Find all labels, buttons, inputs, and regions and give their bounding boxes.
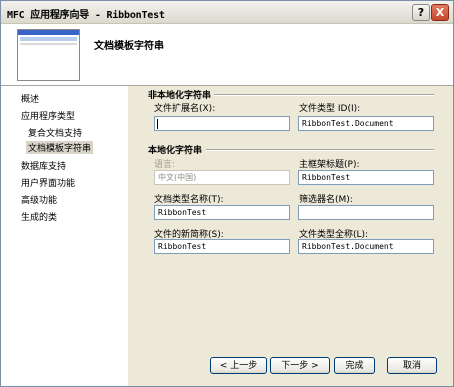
title-bar[interactable]: MFC 应用程序向导 - RibbonTest ? X xyxy=(1,1,453,24)
doc-type-name-label: 文档类型名称(T): xyxy=(154,195,224,205)
help-icon: ? xyxy=(417,6,425,19)
nav-item-ui-features[interactable]: 用户界面功能 xyxy=(21,176,75,189)
nav-item-database[interactable]: 数据库支持 xyxy=(21,159,66,172)
file-ext-input[interactable] xyxy=(154,116,290,131)
close-icon: X xyxy=(435,6,445,19)
wizard-header: 文档模板字符串 xyxy=(1,24,453,86)
wizard-nav: 概述 应用程序类型 复合文档支持 文档模板字符串 数据库支持 用户界面功能 高级… xyxy=(1,86,128,386)
close-button[interactable]: X xyxy=(431,4,449,21)
group-divider xyxy=(206,149,434,151)
file-type-id-label: 文件类型 ID(I): xyxy=(299,104,361,114)
filter-name-label: 筛选器名(M): xyxy=(299,195,353,205)
text-caret xyxy=(157,119,158,129)
main-frame-caption-input[interactable]: RibbonTest xyxy=(298,170,434,185)
nav-item-generated-classes[interactable]: 生成的类 xyxy=(21,210,57,223)
cancel-button[interactable]: 取消 xyxy=(387,357,437,374)
prev-button[interactable]: < 上一步 xyxy=(210,357,267,374)
localized-group-title: 本地化字符串 xyxy=(148,146,203,156)
file-type-full-input[interactable]: RibbonTest.Document xyxy=(298,239,434,254)
nav-item-advanced[interactable]: 高级功能 xyxy=(21,193,57,206)
nonlocalized-group-title: 非本地化字符串 xyxy=(148,91,212,101)
wizard-window: MFC 应用程序向导 - RibbonTest ? X 文档模板字符串 概述 应… xyxy=(0,0,454,387)
main-frame-caption-label: 主框架标题(P): xyxy=(299,160,360,170)
nav-item-compound-doc[interactable]: 复合文档支持 xyxy=(28,126,82,139)
file-type-id-input[interactable]: RibbonTest.Document xyxy=(298,116,434,131)
wizard-body: 概述 应用程序类型 复合文档支持 文档模板字符串 数据库支持 用户界面功能 高级… xyxy=(1,86,453,386)
next-button[interactable]: 下一步 > xyxy=(270,357,330,374)
group-divider xyxy=(214,94,434,96)
nav-item-doc-template[interactable]: 文档模板字符串 xyxy=(26,141,94,154)
doc-type-name-input[interactable]: RibbonTest xyxy=(154,205,290,220)
language-select: 中文(中国) xyxy=(154,170,290,185)
finish-button[interactable]: 完成 xyxy=(334,357,375,374)
language-label: 语言: xyxy=(154,160,176,170)
filter-name-input[interactable] xyxy=(298,205,434,220)
new-short-name-input[interactable]: RibbonTest xyxy=(154,239,290,254)
page-title: 文档模板字符串 xyxy=(94,41,164,52)
nav-item-overview[interactable]: 概述 xyxy=(21,92,39,105)
window-title: MFC 应用程序向导 - RibbonTest xyxy=(7,10,165,21)
help-button[interactable]: ? xyxy=(412,4,430,21)
nav-item-app-type[interactable]: 应用程序类型 xyxy=(21,109,75,122)
app-preview-thumbnail xyxy=(17,29,80,81)
file-ext-label: 文件扩展名(X): xyxy=(154,104,216,114)
